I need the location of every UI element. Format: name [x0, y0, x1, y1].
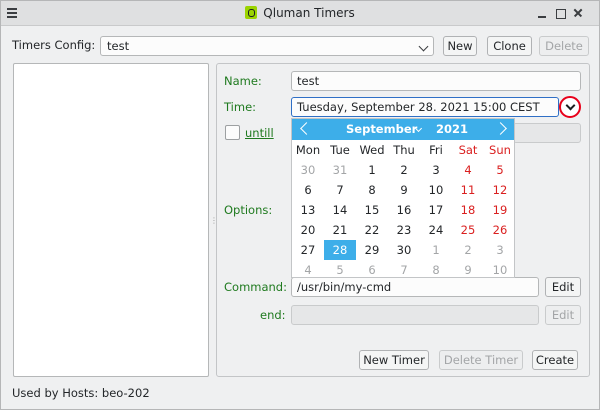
title-bar: Qluman Timers	[1, 1, 599, 26]
end-input	[291, 305, 539, 325]
weekday-header: Thu	[393, 143, 415, 157]
calendar-header: September 2021	[292, 119, 514, 140]
app-logo-icon	[245, 6, 258, 19]
calendar-day[interactable]: 10	[420, 180, 452, 200]
next-month-icon[interactable]	[494, 122, 507, 135]
weekday-header: Mon	[295, 143, 321, 157]
calendar-day[interactable]: 10	[484, 260, 516, 280]
command-input[interactable]: /usr/bin/my-cmd	[291, 277, 539, 297]
hosts-footer: Used by Hosts: beo-202	[12, 386, 150, 400]
calendar-day[interactable]: 25	[452, 220, 484, 240]
until-checkbox[interactable]	[225, 125, 240, 140]
calendar-day[interactable]: 28	[324, 240, 356, 260]
close-icon[interactable]	[571, 6, 585, 20]
calendar-day[interactable]: 17	[420, 200, 452, 220]
maximize-icon[interactable]	[553, 6, 567, 20]
calendar-day[interactable]: 30	[388, 240, 420, 260]
weekday-header: Sun	[489, 143, 511, 157]
calendar-day[interactable]: 21	[324, 220, 356, 240]
window-title: Qluman Timers	[1, 6, 599, 20]
calendar-day[interactable]: 3	[484, 240, 516, 260]
calendar-day[interactable]: 29	[356, 240, 388, 260]
calendar-day[interactable]: 19	[484, 200, 516, 220]
calendar-day[interactable]: 9	[388, 180, 420, 200]
calendar-day[interactable]: 15	[356, 200, 388, 220]
delete-timer-button[interactable]: Delete Timer	[439, 350, 523, 370]
create-button[interactable]: Create	[532, 350, 578, 370]
chevron-down-icon	[418, 41, 429, 52]
calendar-day[interactable]: 4	[292, 260, 324, 280]
splitter-handle[interactable]: ⋮	[210, 216, 218, 225]
calendar-day[interactable]: 7	[324, 180, 356, 200]
weekday-header: Fri	[429, 143, 443, 157]
calendar-day[interactable]: 27	[292, 240, 324, 260]
calendar-day[interactable]: 31	[324, 160, 356, 180]
command-label: Command:	[224, 280, 287, 294]
end-edit-button[interactable]: Edit	[545, 305, 581, 325]
calendar-day[interactable]: 26	[484, 220, 516, 240]
calendar-day[interactable]: 2	[452, 240, 484, 260]
calendar-grid: Mon Tue Wed Thu Fri Sat Sun 30 31 1 2 3 4 5 6 7 8 9 10 11 12…	[292, 140, 514, 280]
calendar-day[interactable]: 4	[452, 160, 484, 180]
calendar-day[interactable]: 20	[292, 220, 324, 240]
weekday-header: Wed	[359, 143, 385, 157]
minimize-icon[interactable]	[535, 6, 549, 20]
calendar-day[interactable]: 12	[484, 180, 516, 200]
clone-config-button[interactable]: Clone	[487, 36, 532, 56]
calendar-popup: September 2021 Mon Tue Wed Thu Fri Sat Sun 30 31…	[291, 118, 515, 278]
weekday-header: Sat	[458, 143, 478, 157]
calendar-day[interactable]: 8	[356, 180, 388, 200]
app-window: Qluman Timers Timers Config: test New Cl…	[0, 0, 600, 410]
calendar-day[interactable]: 5	[484, 160, 516, 180]
until-label: untill	[245, 126, 274, 140]
calendar-year[interactable]: 2021	[436, 122, 468, 136]
window-title-text: Qluman Timers	[263, 6, 355, 20]
calendar-day[interactable]: 23	[388, 220, 420, 240]
new-timer-button[interactable]: New Timer	[359, 350, 429, 370]
options-label: Options:	[224, 203, 273, 217]
until-time-input	[513, 123, 581, 143]
calendar-day[interactable]: 24	[420, 220, 452, 240]
calendar-day[interactable]: 14	[324, 200, 356, 220]
calendar-day[interactable]: 1	[356, 160, 388, 180]
time-input[interactable]: Tuesday, September 28. 2021 15:00 CEST	[291, 97, 559, 117]
calendar-day[interactable]: 8	[420, 260, 452, 280]
delete-config-button[interactable]: Delete	[539, 36, 589, 56]
command-edit-button[interactable]: Edit	[545, 277, 581, 297]
timers-config-value: test	[107, 39, 130, 53]
new-config-button[interactable]: New	[443, 36, 477, 56]
calendar-day[interactable]: 6	[356, 260, 388, 280]
calendar-month[interactable]: September	[346, 122, 417, 136]
name-input[interactable]: test	[291, 71, 581, 91]
timers-config-label: Timers Config:	[12, 38, 96, 52]
end-label: end:	[260, 308, 286, 322]
calendar-day[interactable]: 3	[420, 160, 452, 180]
calendar-day[interactable]: 9	[452, 260, 484, 280]
calendar-day[interactable]: 6	[292, 180, 324, 200]
calendar-dropdown-button[interactable]	[559, 96, 581, 118]
calendar-day[interactable]: 7	[388, 260, 420, 280]
calendar-day[interactable]: 1	[420, 240, 452, 260]
time-label: Time:	[224, 100, 257, 114]
calendar-day[interactable]: 11	[452, 180, 484, 200]
calendar-day[interactable]: 16	[388, 200, 420, 220]
calendar-day[interactable]: 13	[292, 200, 324, 220]
calendar-day[interactable]: 22	[356, 220, 388, 240]
calendar-day[interactable]: 2	[388, 160, 420, 180]
weekday-header: Tue	[330, 143, 350, 157]
name-label: Name:	[224, 74, 262, 88]
timer-list[interactable]	[13, 63, 209, 377]
timers-config-select[interactable]: test	[100, 36, 434, 56]
calendar-day[interactable]: 30	[292, 160, 324, 180]
calendar-day[interactable]: 18	[452, 200, 484, 220]
calendar-day[interactable]: 5	[324, 260, 356, 280]
previous-month-icon[interactable]	[300, 122, 313, 135]
